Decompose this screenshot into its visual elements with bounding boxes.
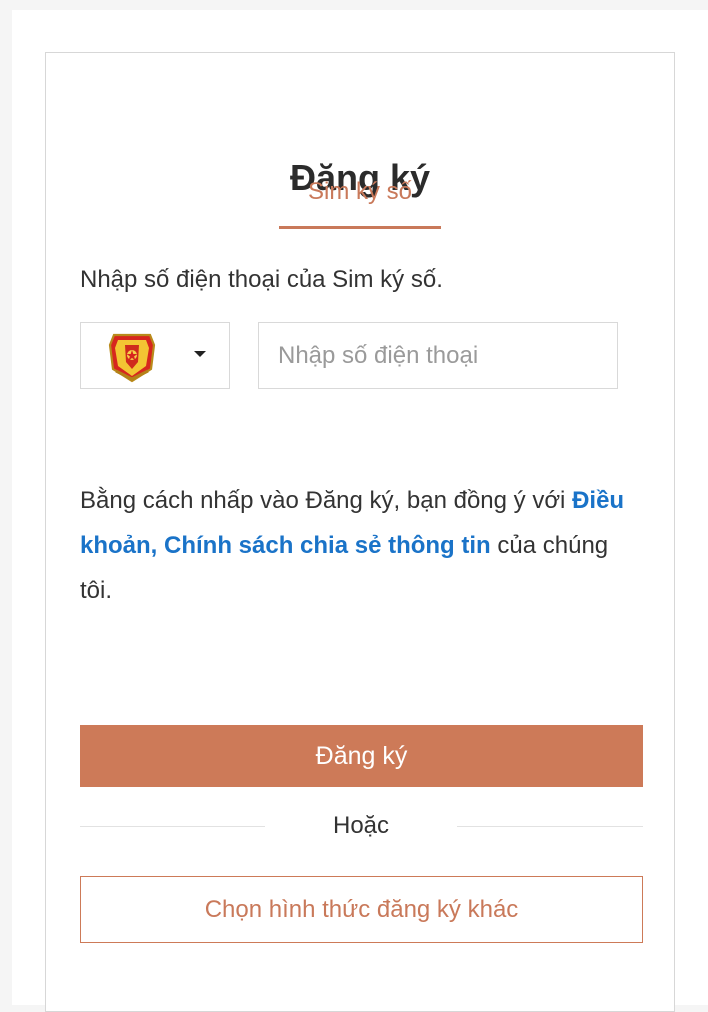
terms-prefix: Bằng cách nhấp vào Đăng ký, bạn đồng ý v… [80, 487, 573, 514]
or-label: Hoặc [332, 812, 390, 839]
phone-instruction: Nhập số điện thoại của Sim ký số. [80, 266, 443, 293]
register-button[interactable]: Đăng ký [80, 725, 643, 787]
terms-text: Bằng cách nhấp vào Đăng ký, bạn đồng ý v… [80, 478, 645, 613]
alternative-registration-button[interactable]: Chọn hình thức đăng ký khác [80, 876, 643, 943]
divider-left [80, 826, 265, 827]
active-tab-underline [279, 226, 441, 229]
national-emblem-icon [108, 333, 156, 383]
phone-number-input[interactable] [258, 322, 618, 389]
caret-down-icon [194, 351, 206, 357]
divider-right [457, 826, 643, 827]
tab-sim-ky-so[interactable]: Sim ký số [279, 172, 441, 228]
country-code-select[interactable] [80, 322, 230, 389]
